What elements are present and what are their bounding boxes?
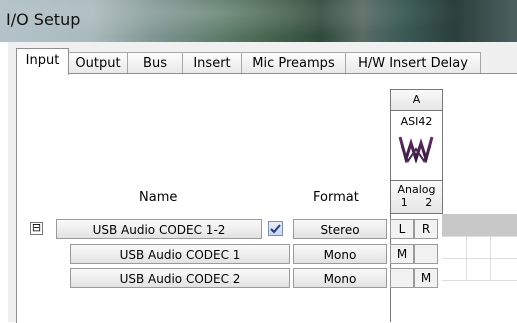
channel-header: Analog 1 2 <box>391 181 442 213</box>
tab-bus[interactable]: Bus <box>127 52 183 74</box>
device-column: ASI42 <box>391 111 442 181</box>
grid-line <box>442 236 517 237</box>
title-bar[interactable]: I/O Setup <box>0 0 517 42</box>
collapse-icon: ⊟ <box>31 221 42 234</box>
channel-type: Analog <box>397 183 436 196</box>
collapse-toggle[interactable]: ⊟ <box>30 222 43 235</box>
channel-numbers: 1 2 <box>391 196 442 209</box>
routing-grid-header: A ASI42 Analog 1 2 <box>390 89 443 214</box>
tab-hw-insert-delay[interactable]: H/W Insert Delay <box>345 52 481 74</box>
row-name-mono-1[interactable]: USB Audio CODEC 1 <box>70 244 290 264</box>
grid-line <box>466 236 467 280</box>
window-title: I/O Setup <box>6 10 81 29</box>
format-column-header: Format <box>313 190 359 205</box>
routing-cell-ch1[interactable]: M <box>390 244 414 264</box>
tab-input[interactable]: Input <box>16 48 69 75</box>
group-label: A <box>391 90 442 111</box>
device-name: ASI42 <box>400 115 433 128</box>
grid-line <box>442 280 517 281</box>
routing-cell-ch1[interactable]: L <box>390 219 414 239</box>
tab-mic-preamps[interactable]: Mic Preamps <box>241 52 346 74</box>
row-name-mono-2[interactable]: USB Audio CODEC 2 <box>70 268 290 288</box>
stereo-checkbox[interactable] <box>268 221 283 236</box>
routing-cell-ch2[interactable]: M <box>414 268 438 288</box>
routing-cell-ch1[interactable] <box>390 268 414 288</box>
checkmark-icon <box>270 224 281 234</box>
row-format-mono-1[interactable]: Mono <box>293 244 387 264</box>
tab-insert[interactable]: Insert <box>182 52 242 74</box>
row-format-stereo[interactable]: Stereo <box>293 219 387 239</box>
channel-1-label: 1 <box>400 196 408 209</box>
row-format-mono-2[interactable]: Mono <box>293 268 387 288</box>
name-column-header: Name <box>139 190 178 205</box>
tab-output[interactable]: Output <box>68 52 128 74</box>
routing-cell-ch2[interactable]: R <box>414 219 438 239</box>
grid-line <box>442 258 517 259</box>
grid-header-strip <box>442 214 517 236</box>
grid-line <box>490 236 491 280</box>
channel-2-label: 2 <box>425 196 433 209</box>
device-logo-icon <box>398 136 434 163</box>
routing-cell-ch2[interactable] <box>414 244 438 264</box>
row-name-stereo[interactable]: USB Audio CODEC 1-2 <box>56 219 262 239</box>
